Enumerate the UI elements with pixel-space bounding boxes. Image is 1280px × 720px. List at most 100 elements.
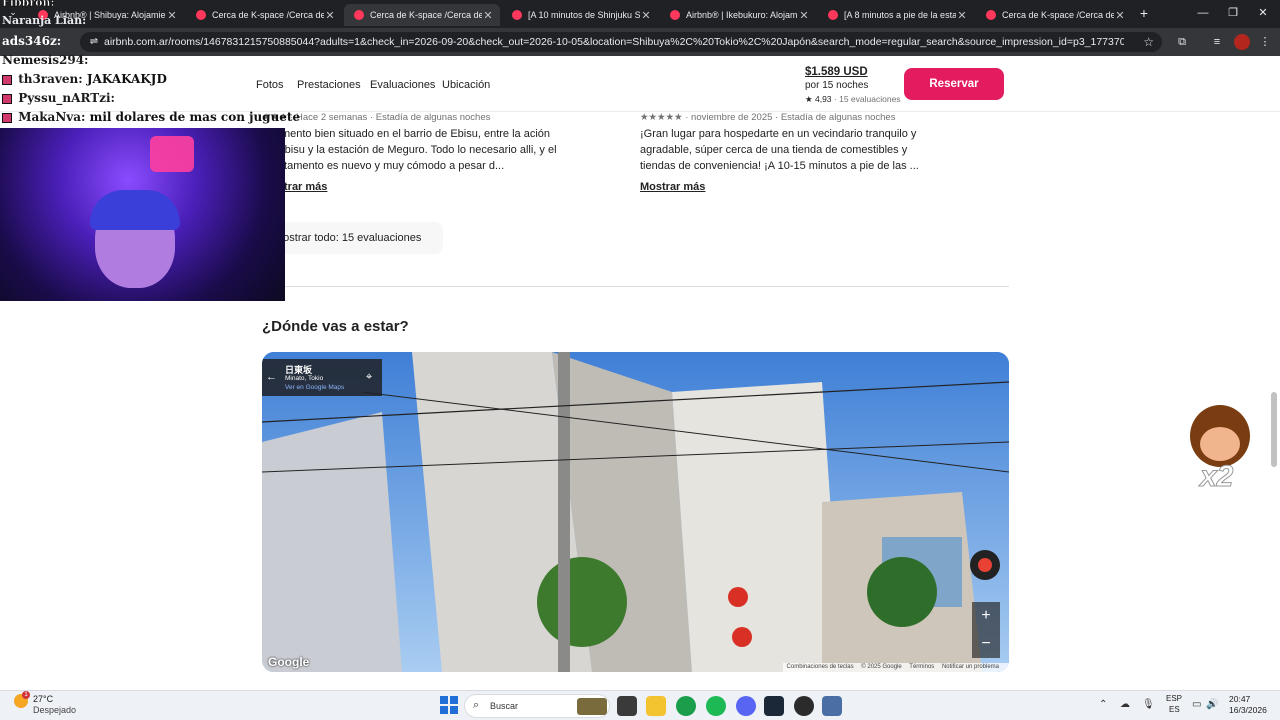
page-scrollbar[interactable]: [1271, 392, 1277, 467]
new-tab-plus-icon[interactable]: +: [1137, 5, 1151, 21]
chat-message: th3raven: JAKAKAKJD: [2, 72, 167, 88]
microphone-icon[interactable]: 🎙: [1142, 699, 1155, 710]
chat-username: Pyssu_nARTzi:: [18, 91, 115, 105]
view-in-google-maps-link[interactable]: Ver en Google Maps: [285, 384, 344, 391]
taskbar-search[interactable]: ⌕ Buscar: [464, 694, 610, 718]
input-language[interactable]: ESP: [1166, 694, 1182, 703]
show-more-link[interactable]: Mostrar más: [640, 181, 705, 193]
site-info-icon[interactable]: ⇌: [88, 36, 100, 48]
notification-badge: 1: [22, 691, 30, 699]
extensions-icon[interactable]: ⧉: [1175, 35, 1189, 49]
tab-close-icon[interactable]: ✕: [956, 9, 968, 22]
google-logo: Google: [268, 655, 310, 669]
spotify-icon[interactable]: [706, 696, 726, 716]
tab-close-icon[interactable]: ✕: [482, 9, 494, 22]
review-stay-type: Estadía de algunas noches: [780, 112, 896, 123]
emote-multiplier: x2: [1199, 460, 1234, 494]
listing-subnav: Fotos Prestaciones Evaluaciones Ubicació…: [0, 56, 1280, 112]
rating-value: ★ 4,93: [805, 94, 832, 104]
street-view-area: Minato, Tokio: [285, 375, 324, 382]
map-attribution: Combinaciones de teclas © 2025 Google Té…: [782, 663, 1009, 672]
copyright-text: © 2025 Google: [861, 664, 902, 670]
chat-badge-icon: [2, 74, 12, 85]
weather-condition[interactable]: Despejado: [33, 705, 76, 715]
chat-badge-icon: [2, 93, 12, 104]
clock-time[interactable]: 20:47: [1229, 694, 1250, 704]
tab-close-icon[interactable]: ✕: [798, 9, 810, 22]
restore-icon[interactable]: ❐: [1222, 5, 1244, 21]
tray-chevron-icon[interactable]: ⌃: [1099, 699, 1107, 710]
street-view-image: [262, 352, 1009, 672]
browser-tab[interactable]: [A 8 minutos a pie de la estación ✕: [818, 4, 974, 26]
streamer-cap: [90, 190, 180, 230]
map-pin-icon[interactable]: ⌖: [366, 371, 372, 384]
chat-message: Pyssu_nARTzi:: [2, 91, 115, 107]
discord-icon[interactable]: [736, 696, 756, 716]
review-meta: ★★★★★ · noviembre de 2025 · Estadía de a…: [640, 112, 896, 123]
airbnb-favicon-icon: [828, 10, 838, 20]
weather-temperature[interactable]: 27°C: [33, 694, 53, 704]
keyboard-layout[interactable]: ES: [1169, 705, 1180, 714]
chat-message: Nemesis294:: [2, 53, 88, 69]
location-section-title: ¿Dónde vas a estar?: [262, 318, 409, 335]
tab-close-icon[interactable]: ✕: [1114, 9, 1126, 22]
browser-tab[interactable]: Cerca de K-space /Cerca de Ebisu ✕: [186, 4, 342, 26]
close-window-icon[interactable]: ✕: [1252, 5, 1274, 21]
nav-link-location[interactable]: Ubicación: [442, 79, 490, 91]
keyboard-shortcuts-link[interactable]: Combinaciones de teclas: [787, 664, 854, 670]
address-bar[interactable]: ⇌ airbnb.com.ar/rooms/146783121575088504…: [80, 32, 1162, 52]
reserve-button[interactable]: Reservar: [904, 68, 1004, 100]
search-highlight-image: [577, 698, 607, 715]
back-arrow-icon[interactable]: ←: [266, 371, 277, 383]
zoom-out-button[interactable]: −: [972, 630, 1000, 658]
obs-icon[interactable]: [794, 696, 814, 716]
url-text[interactable]: airbnb.com.ar/rooms/1467831215750885044?…: [104, 36, 1124, 48]
tab-close-icon[interactable]: ✕: [166, 9, 178, 22]
task-view-icon[interactable]: [617, 696, 637, 716]
browser-tab[interactable]: Airbnb® | Ikebukuro: Alojamientos ✕: [660, 4, 816, 26]
tab-close-icon[interactable]: ✕: [640, 9, 652, 22]
compass-icon[interactable]: [970, 550, 1000, 580]
steam-icon[interactable]: [764, 696, 784, 716]
calculator-icon[interactable]: [822, 696, 842, 716]
browser-tab-active[interactable]: Cerca de K-space /Cerca de Ebisu ✕: [344, 4, 500, 26]
show-all-reviews-button[interactable]: Mostrar todo: 15 evaluaciones: [262, 222, 443, 254]
reviews-count[interactable]: 15 evaluaciones: [839, 94, 900, 104]
airbnb-favicon-icon: [986, 10, 996, 20]
airbnb-favicon-icon: [512, 10, 522, 20]
windows-start-icon[interactable]: [440, 696, 458, 714]
browser-tab[interactable]: [A 10 minutos de Shinjuku Station ✕: [502, 4, 658, 26]
terms-link[interactable]: Términos: [909, 664, 934, 670]
airbnb-favicon-icon: [354, 10, 364, 20]
media-control-icon[interactable]: ≡: [1210, 35, 1224, 49]
zoom-controls: + −: [972, 602, 1000, 658]
minimize-icon[interactable]: —: [1192, 5, 1214, 21]
report-problem-link[interactable]: Notificar un problema: [942, 664, 999, 670]
browser-toolbar: ⇌ airbnb.com.ar/rooms/146783121575088504…: [0, 28, 1280, 56]
street-view-map[interactable]: ← 日東坂 Minato, Tokio Ver en Google Maps ⌖…: [262, 352, 1009, 672]
webcam-overlay: [0, 128, 285, 301]
file-explorer-icon[interactable]: [646, 696, 666, 716]
airbnb-favicon-icon: [196, 10, 206, 20]
volume-icon[interactable]: 🔊: [1206, 699, 1218, 710]
bookmark-star-icon[interactable]: ☆: [1143, 35, 1154, 49]
clock-date[interactable]: 16/3/2026: [1229, 705, 1267, 715]
onedrive-cloud-icon[interactable]: ☁: [1120, 699, 1130, 710]
chat-username: ads346z:: [2, 34, 62, 48]
browser-tab[interactable]: Cerca de K-space /Cerca de Ebisu ✕: [976, 4, 1132, 26]
zoom-in-button[interactable]: +: [972, 602, 1000, 630]
profile-avatar[interactable]: [1234, 34, 1250, 50]
network-icon[interactable]: ▭: [1192, 699, 1201, 710]
review-text: ¡Gran lugar para hospedarte en un vecind…: [640, 128, 919, 172]
review-stars: ★★★★★: [640, 112, 683, 123]
browser-menu-icon[interactable]: ⋮: [1258, 35, 1272, 49]
nav-link-reviews[interactable]: Evaluaciones: [370, 79, 435, 91]
chrome-icon[interactable]: [676, 696, 696, 716]
section-divider: [262, 286, 1009, 287]
nav-link-amenities[interactable]: Prestaciones: [297, 79, 361, 91]
total-price[interactable]: $1.589 USD: [805, 66, 868, 78]
search-placeholder: Buscar: [490, 701, 519, 711]
tab-close-icon[interactable]: ✕: [324, 9, 336, 22]
nav-link-photos[interactable]: Fotos: [256, 79, 284, 91]
crying-monkey-emote-icon: x2: [1180, 405, 1260, 500]
